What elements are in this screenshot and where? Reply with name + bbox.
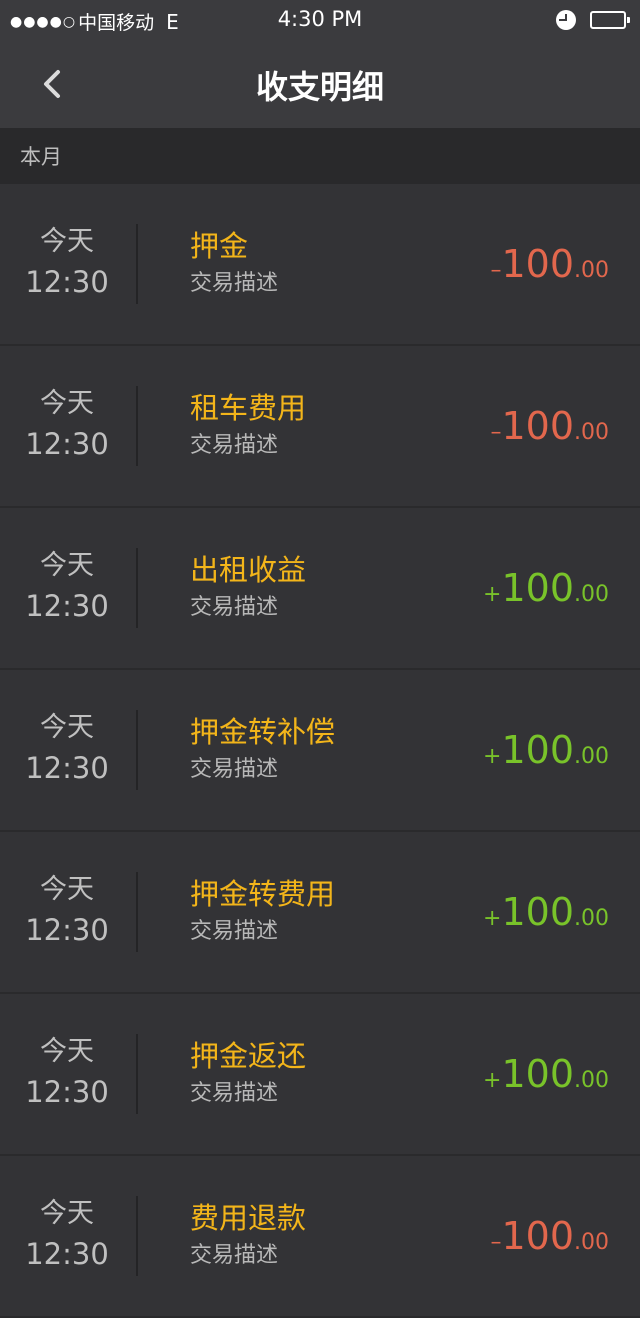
amount-integer: 100	[501, 1214, 574, 1258]
row-divider	[136, 1196, 138, 1276]
transaction-clock: 12:30	[25, 1237, 109, 1271]
transaction-row[interactable]: 今天 12:30 押金转补偿 交易描述 +100.00	[0, 670, 640, 832]
amount-sign: –	[490, 420, 502, 445]
transaction-time: 今天 12:30	[0, 712, 134, 788]
transaction-info: 押金转费用 交易描述	[190, 874, 335, 948]
amount-sign: +	[483, 582, 502, 607]
row-divider	[136, 548, 138, 628]
transaction-description: 交易描述	[190, 757, 279, 782]
amount-decimal: .00	[574, 258, 609, 283]
transaction-amount: +100.00	[483, 566, 609, 610]
transaction-title: 押金	[190, 229, 249, 263]
transaction-clock: 12:30	[25, 265, 109, 299]
transaction-amount: +100.00	[483, 1052, 609, 1096]
transaction-description: 交易描述	[190, 1243, 279, 1268]
transaction-time: 今天 12:30	[0, 1036, 134, 1112]
transaction-clock: 12:30	[25, 589, 109, 623]
transaction-row[interactable]: 今天 12:30 押金 交易描述 –100.00	[0, 184, 640, 346]
amount-integer: 100	[501, 1052, 574, 1096]
battery-icon	[590, 11, 630, 29]
transaction-row[interactable]: 今天 12:30 押金返还 交易描述 +100.00	[0, 994, 640, 1156]
amount-decimal: .00	[574, 1230, 609, 1255]
transaction-description: 交易描述	[190, 595, 279, 620]
section-header-month: 本月	[0, 128, 640, 184]
amount-decimal: .00	[574, 420, 609, 445]
transaction-amount: –100.00	[490, 242, 609, 286]
page-title: 收支明细	[255, 68, 384, 106]
transaction-amount: +100.00	[483, 890, 609, 934]
transaction-description: 交易描述	[190, 433, 279, 458]
transaction-clock: 12:30	[25, 913, 109, 947]
transaction-description: 交易描述	[190, 271, 279, 296]
status-bar-right	[556, 10, 630, 30]
transaction-day: 今天	[40, 226, 94, 257]
amount-decimal: .00	[574, 744, 609, 769]
transaction-clock: 12:30	[25, 427, 109, 461]
amount-decimal: .00	[574, 906, 609, 931]
transaction-title: 出租收益	[190, 553, 307, 587]
transaction-clock: 12:30	[25, 751, 109, 785]
navigation-bar: 收支明细	[0, 40, 640, 128]
amount-integer: 100	[501, 566, 574, 610]
transaction-info: 押金 交易描述	[190, 226, 278, 300]
row-divider	[136, 1034, 138, 1114]
transaction-row[interactable]: 今天 12:30 费用退款 交易描述 –100.00	[0, 1156, 640, 1318]
transaction-day: 今天	[40, 550, 94, 581]
amount-sign: +	[483, 1068, 502, 1093]
transaction-row[interactable]: 今天 12:30 押金转费用 交易描述 +100.00	[0, 832, 640, 994]
amount-integer: 100	[501, 404, 574, 448]
amount-sign: –	[490, 258, 502, 283]
transaction-time: 今天 12:30	[0, 388, 134, 464]
transaction-info: 押金转补偿 交易描述	[190, 712, 335, 786]
transaction-row[interactable]: 今天 12:30 出租收益 交易描述 +100.00	[0, 508, 640, 670]
transaction-day: 今天	[40, 1036, 94, 1067]
transaction-info: 押金返还 交易描述	[190, 1036, 306, 1110]
alarm-clock-icon	[556, 10, 576, 30]
transaction-title: 押金转费用	[190, 877, 336, 911]
transaction-time: 今天 12:30	[0, 1198, 134, 1274]
row-divider	[136, 224, 138, 304]
transaction-info: 租车费用 交易描述	[190, 388, 306, 462]
transaction-day: 今天	[40, 874, 94, 905]
transaction-amount: –100.00	[490, 1214, 609, 1258]
transaction-day: 今天	[40, 1198, 94, 1229]
transaction-title: 费用退款	[190, 1201, 307, 1235]
amount-sign: +	[483, 744, 502, 769]
amount-sign: –	[490, 1230, 502, 1255]
transaction-time: 今天 12:30	[0, 226, 134, 302]
transaction-time: 今天 12:30	[0, 874, 134, 950]
transaction-title: 押金转补偿	[190, 715, 336, 749]
transaction-title: 押金返还	[190, 1039, 307, 1073]
transaction-row[interactable]: 今天 12:30 租车费用 交易描述 –100.00	[0, 346, 640, 508]
transaction-info: 出租收益 交易描述	[190, 550, 306, 624]
amount-decimal: .00	[574, 582, 609, 607]
transaction-day: 今天	[40, 388, 94, 419]
row-divider	[136, 872, 138, 952]
amount-integer: 100	[501, 242, 574, 286]
transaction-title: 租车费用	[190, 391, 307, 425]
transaction-list: 今天 12:30 押金 交易描述 –100.00 今天 12:30 租车费用 交…	[0, 184, 640, 1318]
status-bar-time: 4:30 PM	[277, 7, 363, 31]
status-bar: ●●●●○ 中国移动 E 4:30 PM	[0, 0, 640, 40]
amount-sign: +	[483, 906, 502, 931]
transaction-clock: 12:30	[25, 1075, 109, 1109]
amount-decimal: .00	[574, 1068, 609, 1093]
transaction-amount: –100.00	[490, 404, 609, 448]
transaction-description: 交易描述	[190, 919, 279, 944]
amount-integer: 100	[501, 890, 574, 934]
row-divider	[136, 710, 138, 790]
transaction-amount: +100.00	[483, 728, 609, 772]
transaction-description: 交易描述	[190, 1081, 279, 1106]
transaction-day: 今天	[40, 712, 94, 743]
transaction-time: 今天 12:30	[0, 550, 134, 626]
amount-integer: 100	[501, 728, 574, 772]
row-divider	[136, 386, 138, 466]
transaction-info: 费用退款 交易描述	[190, 1198, 306, 1272]
